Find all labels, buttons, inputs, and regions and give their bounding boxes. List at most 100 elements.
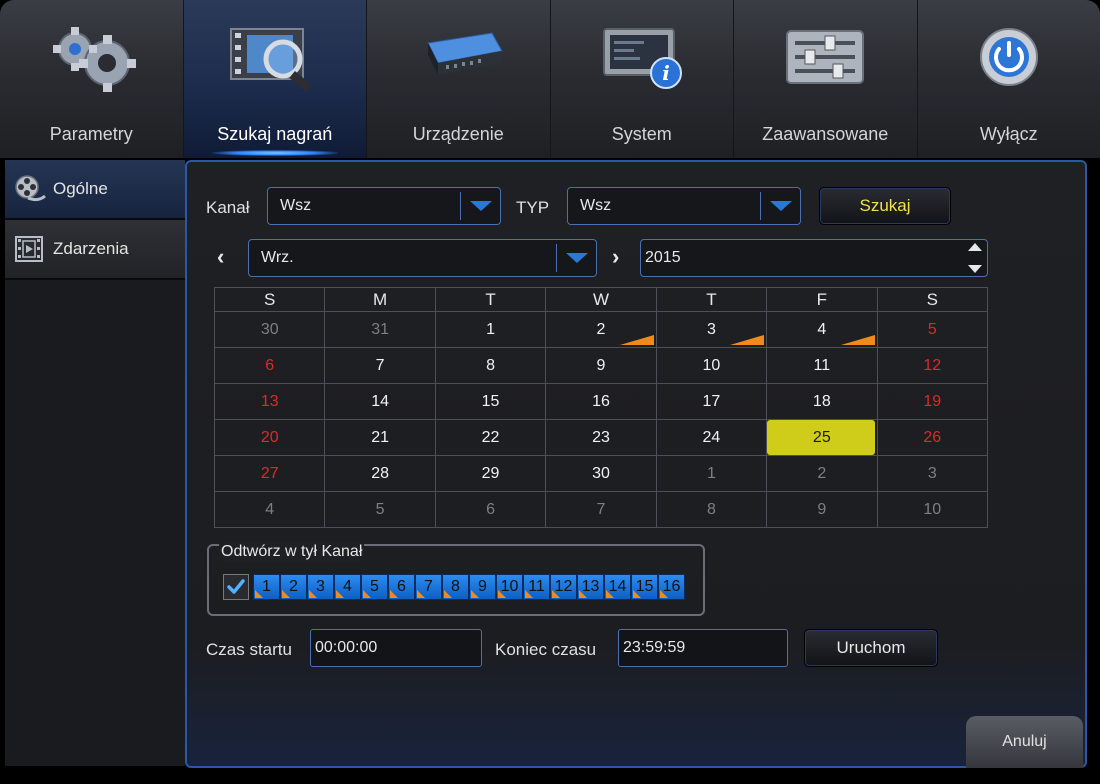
- channel-button[interactable]: 14: [604, 574, 631, 600]
- end-time-input[interactable]: 23:59:59: [618, 629, 788, 667]
- day-number: 8: [486, 356, 495, 374]
- calendar-day[interactable]: 12: [876, 347, 989, 384]
- calendar-day[interactable]: 13: [213, 383, 326, 420]
- calendar-day-selected[interactable]: 25: [766, 419, 878, 456]
- calendar-day[interactable]: 8: [434, 347, 547, 384]
- calendar-day[interactable]: 6: [213, 347, 326, 384]
- calendar-day[interactable]: 17: [655, 383, 768, 420]
- sidebar-item-ogolne[interactable]: Ogólne: [5, 160, 185, 220]
- channel-button[interactable]: 3: [307, 574, 334, 600]
- nav-wylacz[interactable]: Wyłącz: [918, 0, 1100, 158]
- nav-label: Urządzenie: [412, 124, 504, 144]
- calendar-day-outside[interactable]: 3: [876, 455, 989, 492]
- sidebar: Ogólne Zdarzenia: [5, 160, 185, 766]
- calendar-day[interactable]: 14: [324, 383, 436, 420]
- calendar-day[interactable]: 26: [876, 419, 989, 456]
- calendar-day-outside[interactable]: 9: [766, 491, 878, 528]
- calendar-day[interactable]: 23: [545, 419, 657, 456]
- prev-month-icon[interactable]: ‹: [217, 244, 224, 270]
- calendar-day[interactable]: 27: [213, 455, 326, 492]
- calendar-day[interactable]: 22: [434, 419, 547, 456]
- year-spinner[interactable]: 2015: [640, 239, 988, 277]
- day-number: 22: [481, 428, 500, 446]
- chevron-down-icon[interactable]: [556, 244, 596, 272]
- nav-szukaj-nagran[interactable]: Szukaj nagrań: [183, 0, 367, 158]
- channel-button[interactable]: 16: [658, 574, 685, 600]
- calendar-day[interactable]: 29: [434, 455, 547, 492]
- nav-label: System: [611, 124, 672, 144]
- calendar-day-outside[interactable]: 7: [545, 491, 657, 528]
- cancel-button[interactable]: Anuluj: [966, 716, 1083, 768]
- calendar-day-outside[interactable]: 6: [434, 491, 547, 528]
- day-number: 8: [706, 500, 716, 518]
- search-button[interactable]: Szukaj: [819, 187, 951, 225]
- calendar-day[interactable]: 20: [213, 419, 326, 456]
- nav-urzadzenie[interactable]: Urządzenie: [367, 0, 551, 158]
- day-number: 10: [923, 500, 942, 518]
- calendar-day[interactable]: 1: [434, 311, 547, 348]
- calendar-day[interactable]: 21: [324, 419, 436, 456]
- run-button[interactable]: Uruchom: [804, 629, 938, 667]
- calendar-day[interactable]: 18: [766, 383, 878, 420]
- month-value: Wrz.: [261, 249, 294, 266]
- calendar-day-outside[interactable]: 2: [766, 455, 878, 492]
- calendar-day[interactable]: 28: [324, 455, 436, 492]
- channel-button[interactable]: 2: [280, 574, 307, 600]
- calendar-day-outside[interactable]: 8: [655, 491, 768, 528]
- calendar-day-outside[interactable]: 4: [213, 491, 326, 528]
- calendar-day[interactable]: 4: [766, 311, 878, 348]
- calendar-day-outside[interactable]: 31: [324, 311, 436, 348]
- calendar-day[interactable]: 16: [545, 383, 657, 420]
- calendar-day-outside[interactable]: 30: [213, 311, 326, 348]
- calendar-day-outside[interactable]: 1: [655, 455, 768, 492]
- channel-button[interactable]: 10: [496, 574, 523, 600]
- month-dropdown[interactable]: Wrz.: [248, 239, 597, 277]
- spin-down-icon[interactable]: [968, 265, 982, 273]
- channel-button[interactable]: 7: [415, 574, 442, 600]
- calendar-day[interactable]: 15: [434, 383, 547, 420]
- spin-up-icon[interactable]: [968, 243, 982, 251]
- film-search-icon: [184, 0, 367, 110]
- channel-dropdown[interactable]: Wsz: [267, 187, 501, 225]
- channel-button[interactable]: 12: [550, 574, 577, 600]
- nav-zaawansowane[interactable]: Zaawansowane: [734, 0, 918, 158]
- calendar-day[interactable]: 24: [655, 419, 768, 456]
- weekday-header: T: [434, 287, 547, 312]
- calendar-day[interactable]: 11: [766, 347, 878, 384]
- channel-button[interactable]: 11: [523, 574, 550, 600]
- channel-button[interactable]: 6: [388, 574, 415, 600]
- channel-button[interactable]: 9: [469, 574, 496, 600]
- day-number: 5: [927, 320, 937, 338]
- day-number: 4: [265, 500, 275, 518]
- calendar-day[interactable]: 2: [545, 311, 657, 348]
- calendar-day-outside[interactable]: 10: [876, 491, 989, 528]
- channel-button[interactable]: 4: [334, 574, 361, 600]
- nav-parametry[interactable]: Parametry: [0, 0, 184, 158]
- channel-button[interactable]: 15: [631, 574, 658, 600]
- calendar-day[interactable]: 19: [876, 383, 989, 420]
- channel-button[interactable]: 8: [442, 574, 469, 600]
- sidebar-item-zdarzenia[interactable]: Zdarzenia: [5, 220, 185, 280]
- nav-system[interactable]: i System: [551, 0, 734, 158]
- calendar-day-outside[interactable]: 5: [324, 491, 436, 528]
- calendar-day[interactable]: 5: [876, 311, 989, 348]
- calendar-day[interactable]: 3: [655, 311, 768, 348]
- channel-button[interactable]: 1: [253, 574, 280, 600]
- calendar-day[interactable]: 7: [324, 347, 436, 384]
- year-spin-buttons[interactable]: [967, 243, 983, 273]
- calendar-day[interactable]: 9: [545, 347, 657, 384]
- select-all-checkbox[interactable]: [223, 574, 249, 600]
- next-month-icon[interactable]: ›: [612, 244, 619, 270]
- channel-button[interactable]: 13: [577, 574, 604, 600]
- day-number: 2: [817, 464, 827, 482]
- calendar-day[interactable]: 30: [545, 455, 657, 492]
- calendar-grid: SMTWTFS 30 31 1 2 3 4 5 6 7 8 9 10 11 12 13 14 15 16 17 18 1…: [213, 287, 989, 528]
- type-label: TYP: [516, 198, 550, 217]
- calendar-day[interactable]: 10: [655, 347, 768, 384]
- type-dropdown[interactable]: Wsz: [567, 187, 801, 225]
- day-number: 1: [706, 464, 716, 482]
- chevron-down-icon[interactable]: [460, 192, 500, 220]
- channel-button[interactable]: 5: [361, 574, 388, 600]
- start-time-input[interactable]: 00:00:00: [310, 629, 482, 667]
- chevron-down-icon[interactable]: [760, 192, 800, 220]
